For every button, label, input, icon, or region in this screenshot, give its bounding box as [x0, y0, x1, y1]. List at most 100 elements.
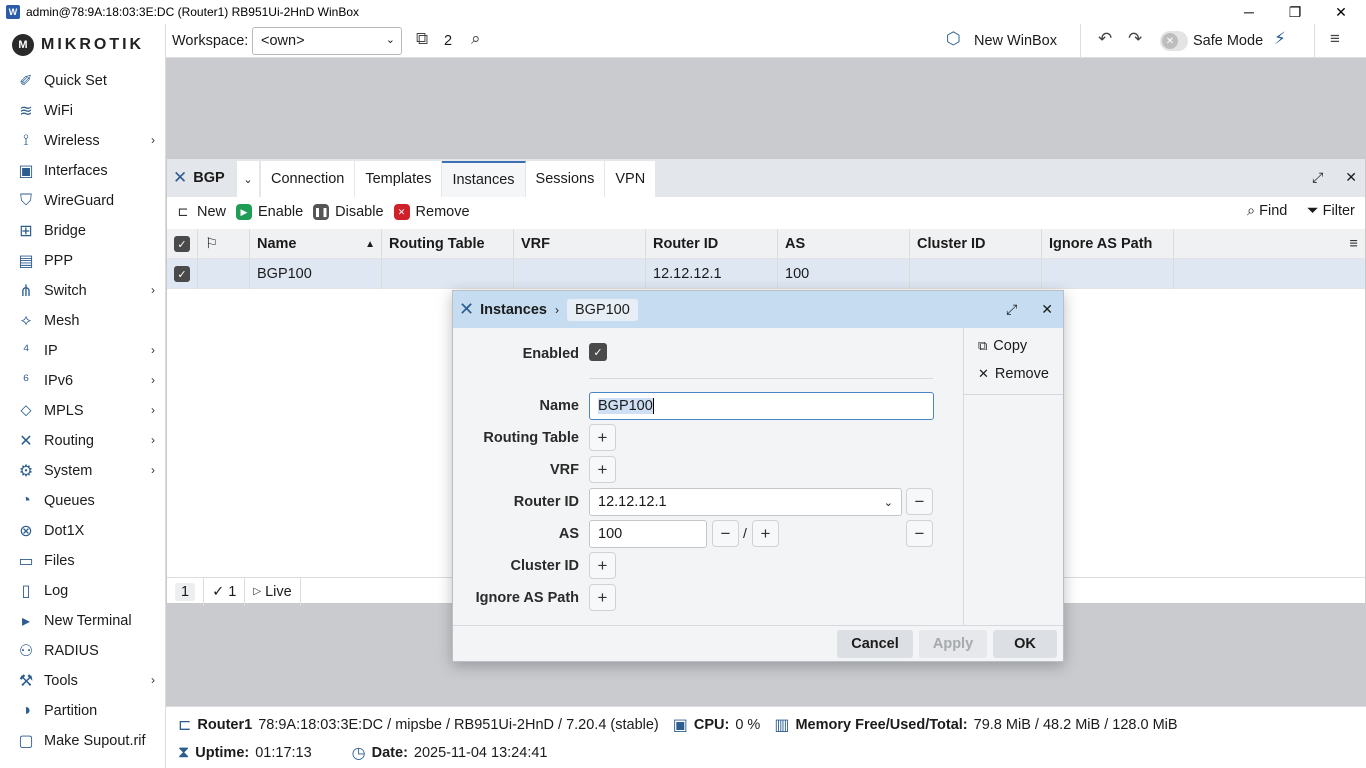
safe-mode-toggle[interactable]: ✕: [1160, 31, 1188, 51]
filter-button[interactable]: ⏷ Filter: [1307, 203, 1355, 219]
sidebar-item-wireguard[interactable]: ⛉ WireGuard: [0, 186, 165, 216]
sidebar-item-label: Files: [44, 553, 75, 569]
sidebar-item-quick-set[interactable]: ✐ Quick Set: [0, 66, 165, 96]
sidebar-item-queues[interactable]: ◔ Queues: [0, 486, 165, 516]
as-remove-button[interactable]: −: [906, 520, 933, 547]
new-winbox-button[interactable]: New WinBox: [974, 33, 1057, 49]
hourglass-icon: ⧗: [178, 744, 190, 761]
safe-mode-icon[interactable]: ⚡: [1274, 29, 1286, 49]
windows-stack-icon[interactable]: ⧉: [416, 29, 428, 49]
sidebar-item-wireless[interactable]: ⟟ Wireless ›: [0, 126, 165, 156]
column-header-name[interactable]: Name ▲: [250, 229, 382, 259]
row-checkbox[interactable]: ✓: [167, 259, 198, 289]
sidebar-item-interfaces[interactable]: ▣ Interfaces: [0, 156, 165, 186]
sidebar-item-routing[interactable]: ✕ Routing ›: [0, 426, 165, 456]
sidebar-item-ipv6[interactable]: ⁶ IPv6 ›: [0, 366, 165, 396]
apply-button[interactable]: Apply: [919, 630, 987, 658]
sidebar-item-label: Routing: [44, 433, 94, 449]
radius-icon: ⚇: [18, 643, 34, 660]
table-row[interactable]: ✓ BGP100 12.12.12.1 100: [167, 259, 1365, 289]
minimize-button[interactable]: ─: [1226, 0, 1272, 24]
ok-button[interactable]: OK: [993, 630, 1057, 658]
sidebar-item-label: MPLS: [44, 403, 84, 419]
maximize-icon[interactable]: ⤢: [1312, 169, 1323, 185]
new-winbox-icon[interactable]: ⬡: [946, 29, 961, 49]
flag-column-header[interactable]: ⚐: [198, 229, 250, 259]
tab-dropdown-button[interactable]: ⌄: [237, 161, 259, 197]
sidebar-item-mesh[interactable]: ⟡ Mesh: [0, 306, 165, 336]
maximize-icon[interactable]: ⤢: [1006, 301, 1017, 317]
vrf-add-button[interactable]: +: [589, 456, 616, 483]
workspace-select[interactable]: <own> ⌄: [252, 27, 402, 55]
copy-button[interactable]: ⧉ Copy: [964, 332, 1063, 360]
cluster-id-add-button[interactable]: +: [589, 552, 616, 579]
new-icon: ⊏: [177, 204, 189, 219]
sidebar-item-radius[interactable]: ⚇ RADIUS: [0, 636, 165, 666]
find-button[interactable]: ⌕ Find: [1247, 203, 1287, 219]
uptime-value: 01:17:13: [255, 745, 312, 761]
tab-vpn[interactable]: VPN: [605, 161, 657, 197]
sidebar-item-log[interactable]: ▯ Log: [0, 576, 165, 606]
form-divider: [589, 378, 933, 379]
breadcrumb-instances[interactable]: Instances: [480, 302, 547, 318]
menu-icon[interactable]: ≡: [1330, 29, 1340, 49]
column-menu-icon[interactable]: ≡: [1174, 229, 1365, 259]
sidebar-item-dot1x[interactable]: ⊗ Dot1X: [0, 516, 165, 546]
column-header-ignore-as-path[interactable]: Ignore AS Path: [1042, 229, 1174, 259]
router-id-remove-button[interactable]: −: [906, 488, 933, 515]
as-minus-button[interactable]: −: [712, 520, 739, 547]
select-all-checkbox[interactable]: ✓: [167, 229, 198, 259]
close-icon[interactable]: ✕: [1041, 301, 1053, 317]
sidebar-item-switch[interactable]: ⋔ Switch ›: [0, 276, 165, 306]
sidebar-item-ip[interactable]: ⁴ IP ›: [0, 336, 165, 366]
restore-button[interactable]: ❐: [1272, 0, 1318, 24]
toolbar-divider: [1080, 24, 1081, 58]
enabled-checkbox[interactable]: ✓: [589, 343, 607, 361]
sidebar-item-system[interactable]: ⚙ System ›: [0, 456, 165, 486]
routing-table-add-button[interactable]: +: [589, 424, 616, 451]
tab-instances[interactable]: Instances: [442, 161, 526, 197]
dialog-remove-button[interactable]: ✕ Remove: [964, 360, 1063, 388]
sidebar-item-label: PPP: [44, 253, 74, 269]
sidebar-item-mpls[interactable]: ⬦ MPLS ›: [0, 396, 165, 426]
close-window-button[interactable]: ✕: [1318, 0, 1364, 24]
column-header-routing-table[interactable]: Routing Table: [382, 229, 514, 259]
remove-button[interactable]: ✕ Remove: [393, 204, 470, 220]
column-header-cluster-id[interactable]: Cluster ID: [910, 229, 1042, 259]
search-icon[interactable]: ⌕: [471, 29, 481, 49]
router-id-select[interactable]: 12.12.12.1 ⌄: [589, 488, 902, 516]
sidebar-item-bridge[interactable]: ⊞ Bridge: [0, 216, 165, 246]
sidebar-item-make-supout-rif[interactable]: ▢ Make Supout.rif: [0, 726, 165, 756]
shield-icon: ⛉: [19, 192, 32, 209]
disable-button[interactable]: ❚❚ Disable: [313, 204, 384, 220]
memory-icon: ▥: [774, 717, 790, 734]
close-icon[interactable]: ✕: [1345, 169, 1357, 185]
as-plus-button[interactable]: +: [752, 520, 779, 547]
undo-icon[interactable]: ↶: [1098, 29, 1112, 49]
as-label: AS: [558, 526, 579, 542]
sidebar-item-files[interactable]: ▭ Files: [0, 546, 165, 576]
ignore-as-path-add-button[interactable]: +: [589, 584, 616, 611]
column-header-vrf[interactable]: VRF: [514, 229, 646, 259]
live-button[interactable]: ▷ Live: [245, 577, 301, 606]
enable-button[interactable]: ▶ Enable: [236, 204, 303, 220]
switch-icon: ⋔: [19, 283, 33, 300]
as-input[interactable]: 100: [589, 520, 707, 548]
name-input[interactable]: BGP100: [589, 392, 934, 420]
column-header-router-id[interactable]: Router ID: [646, 229, 778, 259]
sidebar-item-ppp[interactable]: ▤ PPP: [0, 246, 165, 276]
sidebar-item-new-terminal[interactable]: ▸ New Terminal: [0, 606, 165, 636]
column-header-as[interactable]: AS: [778, 229, 910, 259]
sidebar-item-tools[interactable]: ⚒ Tools ›: [0, 666, 165, 696]
tab-sessions[interactable]: Sessions: [525, 161, 606, 197]
sidebar-item-partition[interactable]: ◑ Partition: [0, 696, 165, 726]
ipv6-icon: ⁶: [22, 372, 30, 389]
new-button[interactable]: ⊏ New: [175, 204, 226, 220]
cancel-button[interactable]: Cancel: [837, 630, 913, 658]
memory-value: 79.8 MiB / 48.2 MiB / 128.0 MiB: [973, 717, 1178, 733]
tab-templates[interactable]: Templates: [355, 161, 443, 197]
row-flag-cell: [198, 259, 250, 289]
tab-connection[interactable]: Connection: [261, 161, 356, 197]
redo-icon[interactable]: ↷: [1128, 29, 1142, 49]
sidebar-item-wifi[interactable]: ≋ WiFi: [0, 96, 165, 126]
